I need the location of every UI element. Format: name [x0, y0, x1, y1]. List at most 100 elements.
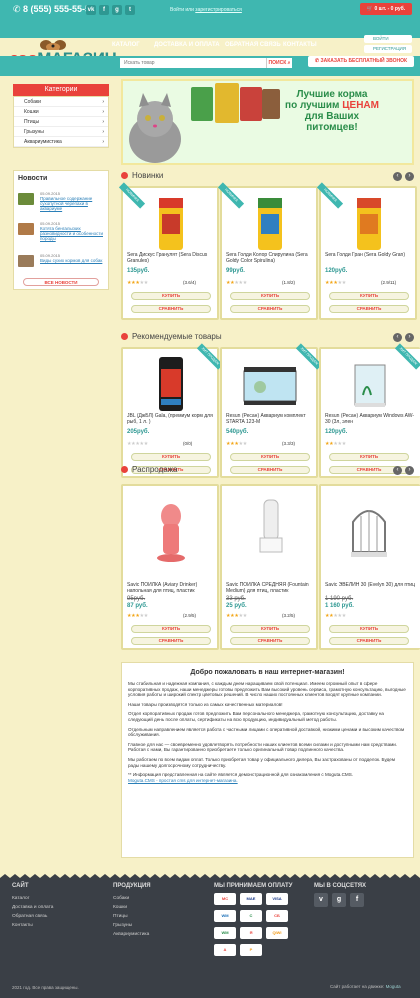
moguta-link[interactable]: Moguta.CMS - простая cms для интернет-ма…	[128, 778, 238, 783]
next-arrow-icon[interactable]: ›	[405, 333, 414, 342]
all-news-button[interactable]: ВСЕ НОВОСТИ	[23, 278, 99, 286]
compare-button[interactable]: СРАВНИТЬ	[230, 637, 310, 645]
product-name[interactable]: JBL (ДжБЛ) Gala, (премиум корм для рыб, …	[127, 413, 217, 425]
compare-button[interactable]: СРАВНИТЬ	[230, 466, 310, 474]
prev-arrow-icon[interactable]: ‹	[393, 466, 402, 475]
category-dogs[interactable]: Собаки ›	[14, 97, 108, 107]
footer-link[interactable]: Грызуны	[113, 923, 132, 928]
next-arrow-icon[interactable]: ›	[405, 172, 414, 181]
section-new-title: Новинки	[121, 171, 163, 181]
header-strip	[0, 70, 420, 76]
footer-link[interactable]: Каталог	[12, 896, 29, 901]
nav-feedback[interactable]: ОБРАТНАЯ СВЯЗЬ	[225, 40, 281, 50]
footer-link[interactable]: Кошки	[113, 905, 127, 910]
product-name[interactable]: Savic ПОИЛКА (Aviary Drinker) напольная …	[127, 582, 217, 594]
section-bullet-icon	[121, 333, 128, 340]
footer-link[interactable]: Аквариумистика	[113, 932, 149, 937]
facebook-icon[interactable]: f	[350, 893, 364, 907]
news-thumbnail[interactable]	[18, 223, 34, 235]
compare-button[interactable]: СРАВНИТЬ	[329, 305, 409, 313]
product-name[interactable]: Sera Дискус Гранулят (Sera Discus Granul…	[127, 252, 217, 264]
category-label: Собаки	[24, 99, 41, 105]
news-item: 05.09.2015 Правильное содержание сухопут…	[18, 191, 106, 213]
product-image[interactable]	[242, 194, 298, 254]
compare-button[interactable]: СРАВНИТЬ	[131, 305, 211, 313]
buy-button[interactable]: КУПИТЬ	[131, 292, 211, 300]
compare-button[interactable]: СРАВНИТЬ	[329, 637, 409, 645]
footer-link[interactable]: Собаки	[113, 896, 129, 901]
news-link[interactable]: Котята бенгальских разновидности и особе…	[40, 226, 108, 241]
buy-button[interactable]: КУПИТЬ	[230, 453, 310, 461]
nav-catalog[interactable]: КАТАЛОГ	[112, 40, 140, 50]
footer-link[interactable]: Птицы	[113, 914, 128, 919]
google-plus-icon[interactable]: g	[112, 5, 122, 15]
payment-icon: Р	[240, 944, 262, 956]
search-button[interactable]: ПОИСК ⌕	[266, 58, 292, 68]
product-name[interactable]: Resun (Ресан) Аквариум комплект STARTA 1…	[226, 413, 316, 425]
news-thumbnail[interactable]	[18, 193, 34, 205]
footer-link[interactable]: Обратная связь	[12, 914, 47, 919]
footer-link[interactable]: Доставка и оплата	[12, 905, 53, 910]
footer-link[interactable]: Контакты	[12, 923, 33, 928]
product-name[interactable]: Resun (Ресан) Аквариум Windows AW-30 (3л…	[325, 413, 415, 425]
product-image[interactable]	[341, 355, 397, 415]
category-rodents[interactable]: Грызуны ›	[14, 127, 108, 137]
category-cats[interactable]: Кошки ›	[14, 107, 108, 117]
login-button[interactable]: ВОЙТИ	[364, 35, 412, 43]
buy-button[interactable]: КУПИТЬ	[131, 453, 211, 461]
facebook-icon[interactable]: f	[99, 5, 109, 15]
product-price: 120руб.	[325, 268, 348, 274]
category-birds[interactable]: Птицы ›	[14, 117, 108, 127]
buy-button[interactable]: КУПИТЬ	[329, 453, 409, 461]
twitter-icon[interactable]: t	[125, 5, 135, 15]
product-image[interactable]	[242, 355, 298, 415]
search-input[interactable]	[120, 58, 266, 68]
product-card: НОВИНКА Sera Дискус Гранулят (Sera Discu…	[118, 182, 219, 320]
category-aquarium[interactable]: Аквариумистика ›	[14, 137, 108, 147]
category-label: Грызуны	[24, 129, 44, 135]
cart-button[interactable]: 🛒 0 шт. - 0 руб.	[360, 3, 412, 15]
news-thumbnail[interactable]	[18, 255, 34, 267]
product-image[interactable]	[143, 194, 199, 254]
buy-button[interactable]: КУПИТЬ	[329, 625, 409, 633]
call-request-button[interactable]: ✆ ЗАКАЗАТЬ БЕСПЛАТНЫЙ ЗВОНОК	[308, 56, 414, 67]
buy-button[interactable]: КУПИТЬ	[131, 625, 211, 633]
vk-icon[interactable]: v	[314, 893, 328, 907]
chevron-right-icon: ›	[102, 139, 104, 145]
product-image[interactable]	[341, 194, 397, 254]
compare-button[interactable]: СРАВНИТЬ	[230, 305, 310, 313]
register-button[interactable]: РЕГИСТРАЦИЯ	[364, 45, 412, 53]
vk-icon[interactable]: vk	[86, 5, 96, 15]
buy-button[interactable]: КУПИТЬ	[230, 625, 310, 633]
prev-arrow-icon[interactable]: ‹	[393, 172, 402, 181]
news-link[interactable]: Правильное содержание сухопутной черепах…	[40, 196, 108, 211]
news-title: Новости	[18, 175, 48, 182]
moguta-logo-link[interactable]: Moguta	[386, 984, 401, 989]
product-image[interactable]	[242, 496, 298, 566]
product-image[interactable]	[143, 496, 199, 566]
next-arrow-icon[interactable]: ›	[405, 466, 414, 475]
product-image[interactable]	[143, 355, 199, 415]
buy-button[interactable]: КУПИТЬ	[329, 292, 409, 300]
banner-line: по лучшим ЦЕНАМ	[262, 100, 402, 111]
product-image[interactable]	[341, 496, 397, 566]
prev-arrow-icon[interactable]: ‹	[393, 333, 402, 342]
google-plus-icon[interactable]: g	[332, 893, 346, 907]
compare-button[interactable]: СРАВНИТЬ	[131, 637, 211, 645]
product-card: ХИТ ПРОДАЖ Resun (Ресан) Аквариум Window…	[319, 343, 420, 478]
rating-count: (2.9/5)	[183, 613, 197, 618]
nav-contacts[interactable]: КОНТАКТЫ	[283, 40, 317, 50]
buy-button[interactable]: КУПИТЬ	[230, 292, 310, 300]
banner-highlight: ЦЕНАМ	[342, 100, 379, 111]
register-link[interactable]: зарегистрироваться	[195, 7, 242, 13]
login-link[interactable]: Войти	[170, 7, 184, 13]
product-name[interactable]: Sera Голди Гран (Sera Goldy Gran)	[325, 252, 415, 258]
product-price: 205руб.	[127, 429, 150, 435]
product-name[interactable]: Savic ПОИЛКА СРЕДНЯЯ (Fountain Medium) д…	[226, 582, 316, 594]
product-name[interactable]: Sera Голди Колор Спирулина (Sera Goldy C…	[226, 252, 316, 264]
promo-banner[interactable]: Лучшие корма по лучшим ЦЕНАМ для Ваших п…	[121, 79, 414, 165]
news-link[interactable]: Виды сухих кормов для собак	[40, 258, 108, 263]
banner-line: питомцев!	[306, 122, 358, 133]
nav-delivery[interactable]: ДОСТАВКА И ОПЛАТА	[154, 40, 220, 50]
product-name[interactable]: Savic ЭВЕЛИН 30 (Evelyn 30) для птиц	[325, 582, 415, 588]
